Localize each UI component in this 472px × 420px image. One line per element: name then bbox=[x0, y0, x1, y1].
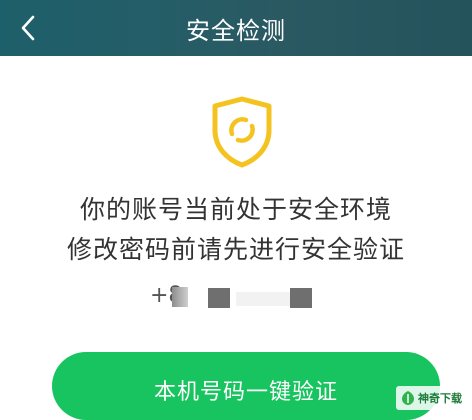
verification-instruction-text: 修改密码前请先进行安全验证 bbox=[66, 235, 405, 264]
back-button[interactable] bbox=[6, 0, 50, 56]
watermark-logo-icon bbox=[402, 391, 414, 405]
security-status-text: 你的账号当前处于安全环境 bbox=[79, 195, 392, 224]
watermark: 神奇下载 bbox=[396, 386, 466, 410]
top-bar: 安全检测 bbox=[0, 0, 472, 56]
phone-mask-segment bbox=[290, 288, 312, 308]
phone-mask-segment bbox=[208, 288, 230, 308]
phone-mask-segment bbox=[236, 292, 292, 306]
one-click-verify-button[interactable]: 本机号码一键验证 bbox=[52, 352, 440, 420]
page-title: 安全检测 bbox=[186, 16, 286, 45]
masked-phone-number: +8 bbox=[150, 283, 350, 309]
watermark-text: 神奇下载 bbox=[418, 392, 462, 405]
chevron-left-icon bbox=[21, 15, 35, 41]
shield-icon bbox=[212, 96, 272, 168]
phone-mask-segment bbox=[172, 287, 188, 307]
verify-button-label: 本机号码一键验证 bbox=[153, 380, 338, 405]
